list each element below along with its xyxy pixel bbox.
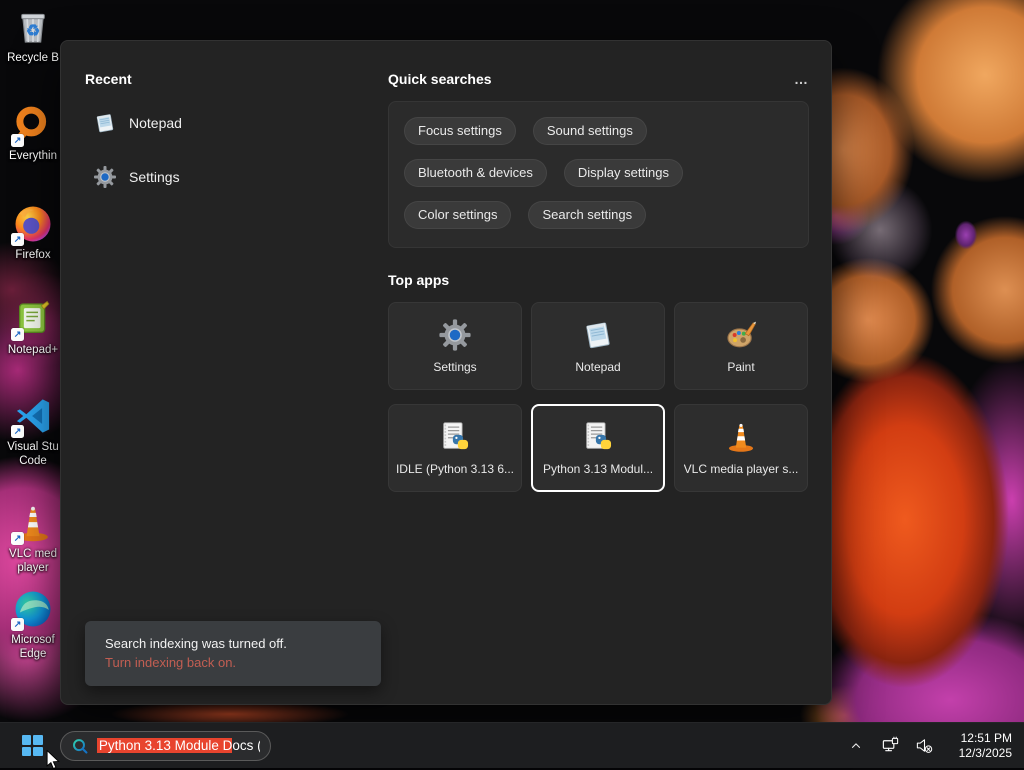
- tile-label: Paint: [727, 360, 754, 374]
- show-hidden-icons-button[interactable]: [844, 734, 868, 758]
- search-flyout-panel: Recent Notepad Settings Quick searches ……: [60, 40, 832, 705]
- turn-indexing-on-link[interactable]: Turn indexing back on.: [105, 653, 361, 673]
- quick-search-pill[interactable]: Color settings: [404, 201, 511, 229]
- top-app-tile-python-module-docs[interactable]: Python 3.13 Modul...: [531, 404, 665, 492]
- notepad-icon: [93, 111, 117, 135]
- desktop-icon-edge[interactable]: ↗ Microsof Edge: [2, 588, 64, 661]
- tile-label: Python 3.13 Modul...: [543, 462, 653, 476]
- recent-item-notepad[interactable]: Notepad: [85, 105, 385, 141]
- recent-item-settings[interactable]: Settings: [85, 159, 385, 195]
- quick-search-pill[interactable]: Sound settings: [533, 117, 647, 145]
- desktop-icon-everything[interactable]: ↗ Everythin: [2, 104, 64, 163]
- quick-search-pill[interactable]: Display settings: [564, 159, 683, 187]
- taskbar-search-box[interactable]: Python 3.13 Module Docs (: [60, 731, 271, 761]
- desktop-icon-visual-studio-code[interactable]: ↗ Visual Stu Code: [2, 395, 64, 468]
- shortcut-arrow-icon: ↗: [11, 532, 24, 545]
- desktop-icon-firefox[interactable]: ↗ Firefox: [2, 203, 64, 262]
- quick-searches-title: Quick searches: [388, 71, 492, 87]
- clock-date: 12/3/2025: [959, 746, 1012, 761]
- quick-searches-box: Focus settings Sound settings Bluetooth …: [388, 101, 809, 248]
- quick-search-pill[interactable]: Search settings: [528, 201, 646, 229]
- start-button[interactable]: [12, 726, 52, 766]
- desktop-icon-label: Recycle B: [7, 51, 59, 65]
- tile-label: Settings: [433, 360, 476, 374]
- ethernet-network-icon: [881, 736, 900, 755]
- paint-palette-icon: [724, 318, 758, 352]
- top-app-tile-vlc[interactable]: VLC media player s...: [674, 404, 808, 492]
- windows-logo-icon: [22, 735, 43, 756]
- shortcut-arrow-icon: ↗: [11, 425, 24, 438]
- top-app-tile-settings[interactable]: Settings: [388, 302, 522, 390]
- selected-text: Python 3.13 Module D: [97, 738, 233, 753]
- desktop-icon-label: Everythin: [9, 149, 57, 163]
- top-app-tile-notepad[interactable]: Notepad: [531, 302, 665, 390]
- speaker-mute-icon: [915, 736, 934, 755]
- desktop-icon-label: player: [17, 561, 48, 575]
- quick-search-pill[interactable]: Focus settings: [404, 117, 516, 145]
- indexing-notice: Search indexing was turned off. Turn ind…: [85, 621, 381, 686]
- chevron-up-icon: [849, 739, 863, 753]
- desktop-icon-label: VLC med: [9, 547, 57, 561]
- shortcut-arrow-icon: ↗: [11, 618, 24, 631]
- tile-label: VLC media player s...: [684, 462, 799, 476]
- taskbar: Python 3.13 Module Docs ( 12:51 PM: [0, 722, 1024, 768]
- desktop-icon-label: Notepad+: [8, 343, 58, 357]
- desktop-icon-notepad-plus-plus[interactable]: ↗ Notepad+: [2, 298, 64, 357]
- quick-search-pill[interactable]: Bluetooth & devices: [404, 159, 547, 187]
- notepad-icon: [581, 318, 615, 352]
- clock-time: 12:51 PM: [959, 731, 1012, 746]
- gear-icon: [438, 318, 472, 352]
- recent-item-label: Settings: [129, 169, 180, 185]
- desktop-icon-label: Visual Stu: [7, 440, 59, 454]
- gear-icon: [93, 165, 117, 189]
- python-document-icon: [581, 420, 615, 454]
- tile-label: Notepad: [575, 360, 620, 374]
- top-apps-grid: Settings Notepad Paint IDLE (Python 3.13…: [388, 302, 808, 492]
- volume-muted-tray-button[interactable]: [912, 734, 936, 758]
- top-app-tile-paint[interactable]: Paint: [674, 302, 808, 390]
- recent-section-title: Recent: [85, 71, 385, 87]
- search-icon: [71, 737, 89, 755]
- desktop-icon-label: Microsof: [11, 633, 54, 647]
- shortcut-arrow-icon: ↗: [11, 328, 24, 341]
- search-input-text: Python 3.13 Module Docs (: [97, 738, 260, 753]
- recycle-bin-icon: [13, 7, 53, 47]
- indexing-notice-message: Search indexing was turned off.: [105, 634, 361, 653]
- tile-label: IDLE (Python 3.13 6...: [396, 462, 514, 476]
- network-tray-button[interactable]: [878, 734, 902, 758]
- desktop-icon-recycle-bin[interactable]: Recycle B: [2, 6, 64, 65]
- shortcut-arrow-icon: ↗: [11, 233, 24, 246]
- unselected-text: ocs (: [232, 738, 260, 753]
- vlc-cone-icon: [724, 420, 758, 454]
- desktop-icon-label: Edge: [20, 647, 47, 661]
- taskbar-clock[interactable]: 12:51 PM 12/3/2025: [959, 731, 1012, 761]
- desktop-icon-vlc[interactable]: ↗ VLC med player: [2, 502, 64, 575]
- desktop-icon-label: Code: [19, 454, 47, 468]
- desktop-icon-label: Firefox: [15, 248, 50, 262]
- more-options-icon[interactable]: …: [794, 71, 809, 87]
- python-document-icon: [438, 420, 472, 454]
- top-app-tile-idle[interactable]: IDLE (Python 3.13 6...: [388, 404, 522, 492]
- top-apps-title: Top apps: [388, 272, 449, 288]
- shortcut-arrow-icon: ↗: [11, 134, 24, 147]
- recent-item-label: Notepad: [129, 115, 182, 131]
